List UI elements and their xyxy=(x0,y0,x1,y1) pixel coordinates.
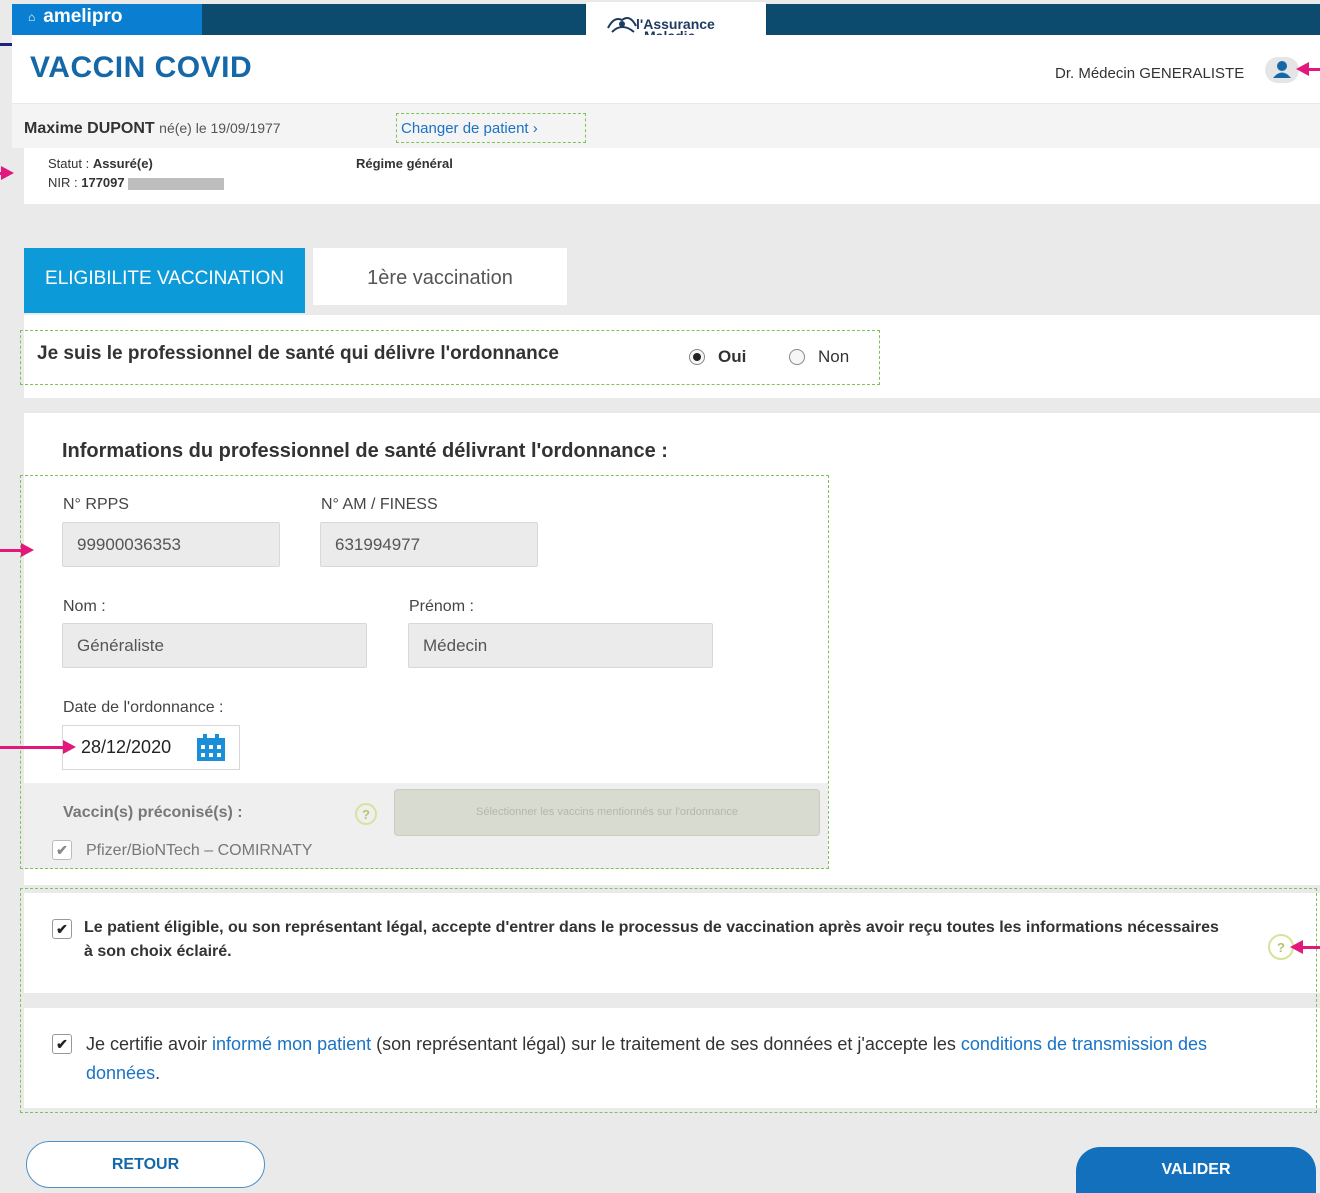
am-finess-label: N° AM / FINESS xyxy=(321,496,438,513)
tab-eligibilite[interactable]: ELIGIBILITE VACCINATION xyxy=(24,248,305,313)
patient-status-box: Statut : Assuré(e) Régime général NIR : … xyxy=(24,148,1320,204)
annotation-arrow xyxy=(0,740,76,754)
rpps-label: N° RPPS xyxy=(63,496,129,513)
back-button[interactable]: RETOUR xyxy=(26,1141,265,1188)
consent-eligible-text: Le patient éligible, ou son représentant… xyxy=(84,919,1219,960)
patient-identity: Maxime DUPONT né(e) le 19/09/1977 xyxy=(24,120,281,138)
brand-label: amelipro xyxy=(43,6,123,27)
am-finess-field[interactable]: 631994977 xyxy=(320,522,538,567)
brand[interactable]: ⌂ amelipro xyxy=(28,6,122,28)
corner-mark xyxy=(0,43,12,46)
vaccin-pfizer-label: Pfizer/BioNTech – COMIRNATY xyxy=(86,842,313,859)
annotation-arrow xyxy=(1296,62,1320,76)
annotation-arrow xyxy=(0,543,34,557)
date-value: 28/12/2020 xyxy=(81,737,172,757)
annotation-arrow xyxy=(1290,940,1320,954)
patient-nir: NIR : 177097 xyxy=(48,175,225,190)
vaccins-select-button[interactable]: Sélectionner les vaccins mentionnés sur … xyxy=(394,789,820,836)
validate-button[interactable]: VALIDER xyxy=(1076,1147,1316,1193)
prenom-field[interactable]: Médecin xyxy=(408,623,713,668)
nom-label: Nom : xyxy=(63,598,106,615)
informed-patient-link[interactable]: informé mon patient xyxy=(212,1034,371,1054)
vaccins-label: Vaccin(s) préconisé(s) : xyxy=(63,804,243,821)
vaccins-help-icon[interactable]: ? xyxy=(355,803,377,825)
doctor-name: Dr. Médecin GENERALISTE xyxy=(1055,65,1245,82)
nir-redaction xyxy=(128,177,225,190)
patient-birthdate: né(e) le 19/09/1977 xyxy=(159,120,281,136)
vaccin-pfizer-checkbox[interactable]: ✔ xyxy=(52,840,72,860)
radio-oui[interactable] xyxy=(689,349,705,365)
patient-name: Maxime DUPONT xyxy=(24,120,155,137)
change-patient-link[interactable]: Changer de patient › xyxy=(396,113,586,143)
ordonnance-question-label: Je suis le professionnel de santé qui dé… xyxy=(37,343,559,364)
home-icon: ⌂ xyxy=(28,10,36,24)
user-avatar[interactable] xyxy=(1265,57,1299,83)
consent-eligible-checkbox[interactable]: ✔ xyxy=(52,919,72,939)
annotation-arrow xyxy=(0,166,14,180)
prescriber-title: Informations du professionnel de santé d… xyxy=(62,440,668,462)
user-icon xyxy=(1273,61,1291,78)
patient-regime: Régime général xyxy=(356,156,453,171)
date-field[interactable]: 28/12/2020 xyxy=(62,725,240,770)
tab-premiere-vaccination[interactable]: 1ère vaccination xyxy=(313,248,567,305)
radio-non[interactable] xyxy=(789,349,805,365)
consent-data-text: Je certifie avoir informé mon patient (s… xyxy=(86,1034,1208,1083)
prenom-label: Prénom : xyxy=(409,598,474,615)
date-label: Date de l'ordonnance : xyxy=(63,699,224,716)
radio-oui-label[interactable]: Oui xyxy=(718,347,746,367)
rpps-field[interactable]: 99900036353 xyxy=(62,522,280,567)
radio-non-label[interactable]: Non xyxy=(818,347,849,367)
page-title: VACCIN COVID xyxy=(30,51,253,84)
patient-status: Statut : Assuré(e) xyxy=(48,156,153,171)
consent-data-checkbox[interactable]: ✔ xyxy=(52,1034,72,1054)
logo-emblem-icon xyxy=(607,17,637,33)
calendar-icon[interactable] xyxy=(196,734,226,762)
nom-field[interactable]: Généraliste xyxy=(62,623,367,668)
